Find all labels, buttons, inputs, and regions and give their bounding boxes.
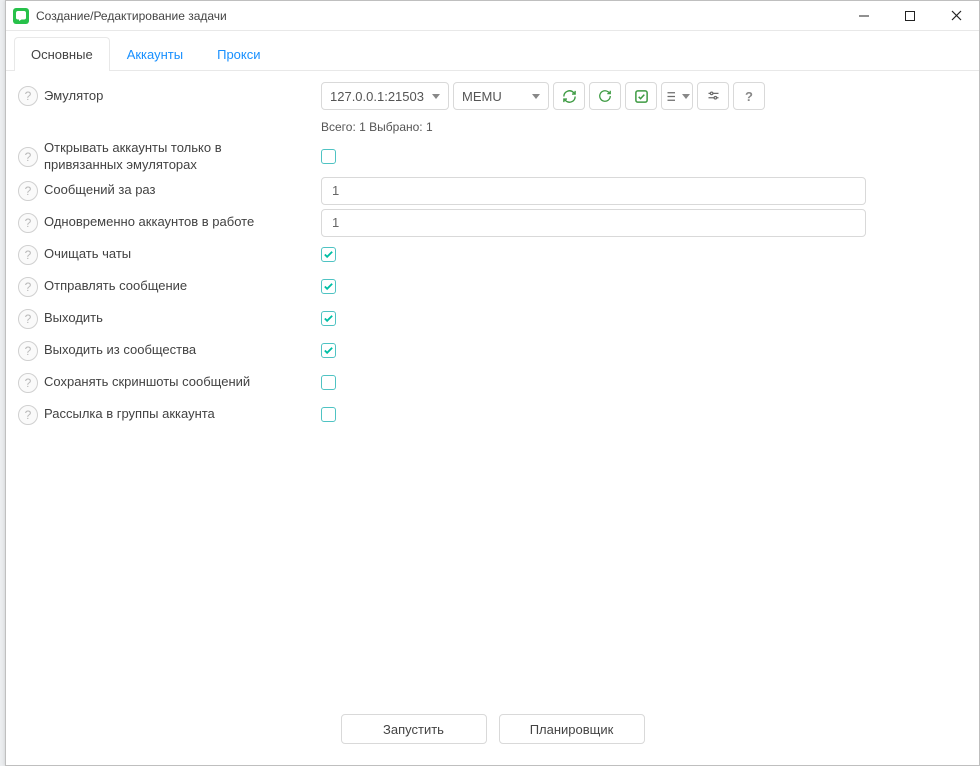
tab-main[interactable]: Основные [14,37,110,71]
row-send-message: ? Отправлять сообщение [16,271,969,303]
row-concurrent-accounts: ? Одновременно аккаунтов в работе [16,207,969,239]
label-open-bound: Открывать аккаунты только в привязанных … [44,140,294,174]
label-col: ? Открывать аккаунты только в привязанны… [16,140,321,174]
label-col: ? Сохранять скриншоты сообщений [16,373,321,393]
row-messages-per-run: ? Сообщений за раз [16,175,969,207]
ctrl-logout [321,311,969,326]
ctrl-leave-community [321,343,969,358]
maximize-button[interactable] [887,1,933,30]
tab-proxy[interactable]: Прокси [200,37,277,71]
ctrl-open-bound [321,149,969,164]
help-icon[interactable]: ? [18,405,38,425]
emulator-platform-value: MEMU [462,89,502,104]
label-col: ? Выходить из сообщества [16,341,321,361]
label-messages-per-run: Сообщений за раз [44,182,155,199]
checkbox-save-screenshots[interactable] [321,375,336,390]
list-button[interactable] [661,82,693,110]
label-save-screenshots: Сохранять скриншоты сообщений [44,374,250,391]
label-group-mailing: Рассылка в группы аккаунта [44,406,215,423]
run-button[interactable]: Запустить [341,714,487,744]
help-icon[interactable]: ? [18,341,38,361]
help-icon[interactable]: ? [18,213,38,233]
help-icon[interactable]: ? [18,245,38,265]
titlebar: Создание/Редактирование задачи [6,1,979,31]
label-emulator: Эмулятор [44,88,103,105]
checkbox-open-bound[interactable] [321,149,336,164]
ctrl-emulator: 127.0.0.1:21503 MEMU [321,82,969,138]
help-icon[interactable]: ? [18,181,38,201]
tab-accounts[interactable]: Аккаунты [110,37,200,71]
help-icon[interactable]: ? [18,86,38,106]
emulator-address-value: 127.0.0.1:21503 [330,89,424,104]
tabs: Основные Аккаунты Прокси [6,31,979,71]
label-col: ? Отправлять сообщение [16,277,321,297]
form-body: ? Эмулятор 127.0.0.1:21503 MEMU [6,71,979,693]
close-button[interactable] [933,1,979,30]
row-clear-chats: ? Очищать чаты [16,239,969,271]
label-col: ? Одновременно аккаунтов в работе [16,213,321,233]
emulator-status: Всего: 1 Выбрано: 1 [321,120,969,134]
row-save-screenshots: ? Сохранять скриншоты сообщений [16,367,969,399]
row-leave-community: ? Выходить из сообщества [16,335,969,367]
label-col: ? Сообщений за раз [16,181,321,201]
select-all-button[interactable] [625,82,657,110]
ctrl-send-message [321,279,969,294]
ctrl-clear-chats [321,247,969,262]
app-icon [13,8,29,24]
row-group-mailing: ? Рассылка в группы аккаунта [16,399,969,431]
settings-button[interactable] [697,82,729,110]
help-icon[interactable]: ? [18,373,38,393]
chevron-down-icon [532,94,540,99]
label-send-message: Отправлять сообщение [44,278,187,295]
help-button[interactable]: ? [733,82,765,110]
ctrl-concurrent-accounts [321,209,969,237]
task-edit-window: Создание/Редактирование задачи Основные … [5,0,980,766]
checkbox-send-message[interactable] [321,279,336,294]
help-icon[interactable]: ? [18,277,38,297]
chevron-down-icon [432,94,440,99]
checkbox-clear-chats[interactable] [321,247,336,262]
input-messages-per-run[interactable] [321,177,866,205]
minimize-button[interactable] [841,1,887,30]
footer: Запустить Планировщик [6,693,979,765]
refresh-all-button[interactable] [553,82,585,110]
ctrl-messages-per-run [321,177,969,205]
label-col: ? Эмулятор [16,82,321,106]
ctrl-group-mailing [321,407,969,422]
ctrl-save-screenshots [321,375,969,390]
chevron-down-icon [682,94,690,99]
label-leave-community: Выходить из сообщества [44,342,196,359]
label-logout: Выходить [44,310,103,327]
emulator-address-select[interactable]: 127.0.0.1:21503 [321,82,449,110]
checkbox-logout[interactable] [321,311,336,326]
row-open-bound: ? Открывать аккаунты только в привязанны… [16,139,969,175]
label-col: ? Очищать чаты [16,245,321,265]
label-concurrent-accounts: Одновременно аккаунтов в работе [44,214,254,231]
emulator-platform-select[interactable]: MEMU [453,82,549,110]
label-clear-chats: Очищать чаты [44,246,131,263]
row-emulator: ? Эмулятор 127.0.0.1:21503 MEMU [16,81,969,139]
row-logout: ? Выходить [16,303,969,335]
help-icon[interactable]: ? [18,147,38,167]
label-col: ? Выходить [16,309,321,329]
refresh-one-button[interactable] [589,82,621,110]
checkbox-leave-community[interactable] [321,343,336,358]
label-col: ? Рассылка в группы аккаунта [16,405,321,425]
checkbox-group-mailing[interactable] [321,407,336,422]
help-icon[interactable]: ? [18,309,38,329]
window-title: Создание/Редактирование задачи [36,9,841,23]
scheduler-button[interactable]: Планировщик [499,714,645,744]
window-controls [841,1,979,30]
input-concurrent-accounts[interactable] [321,209,866,237]
